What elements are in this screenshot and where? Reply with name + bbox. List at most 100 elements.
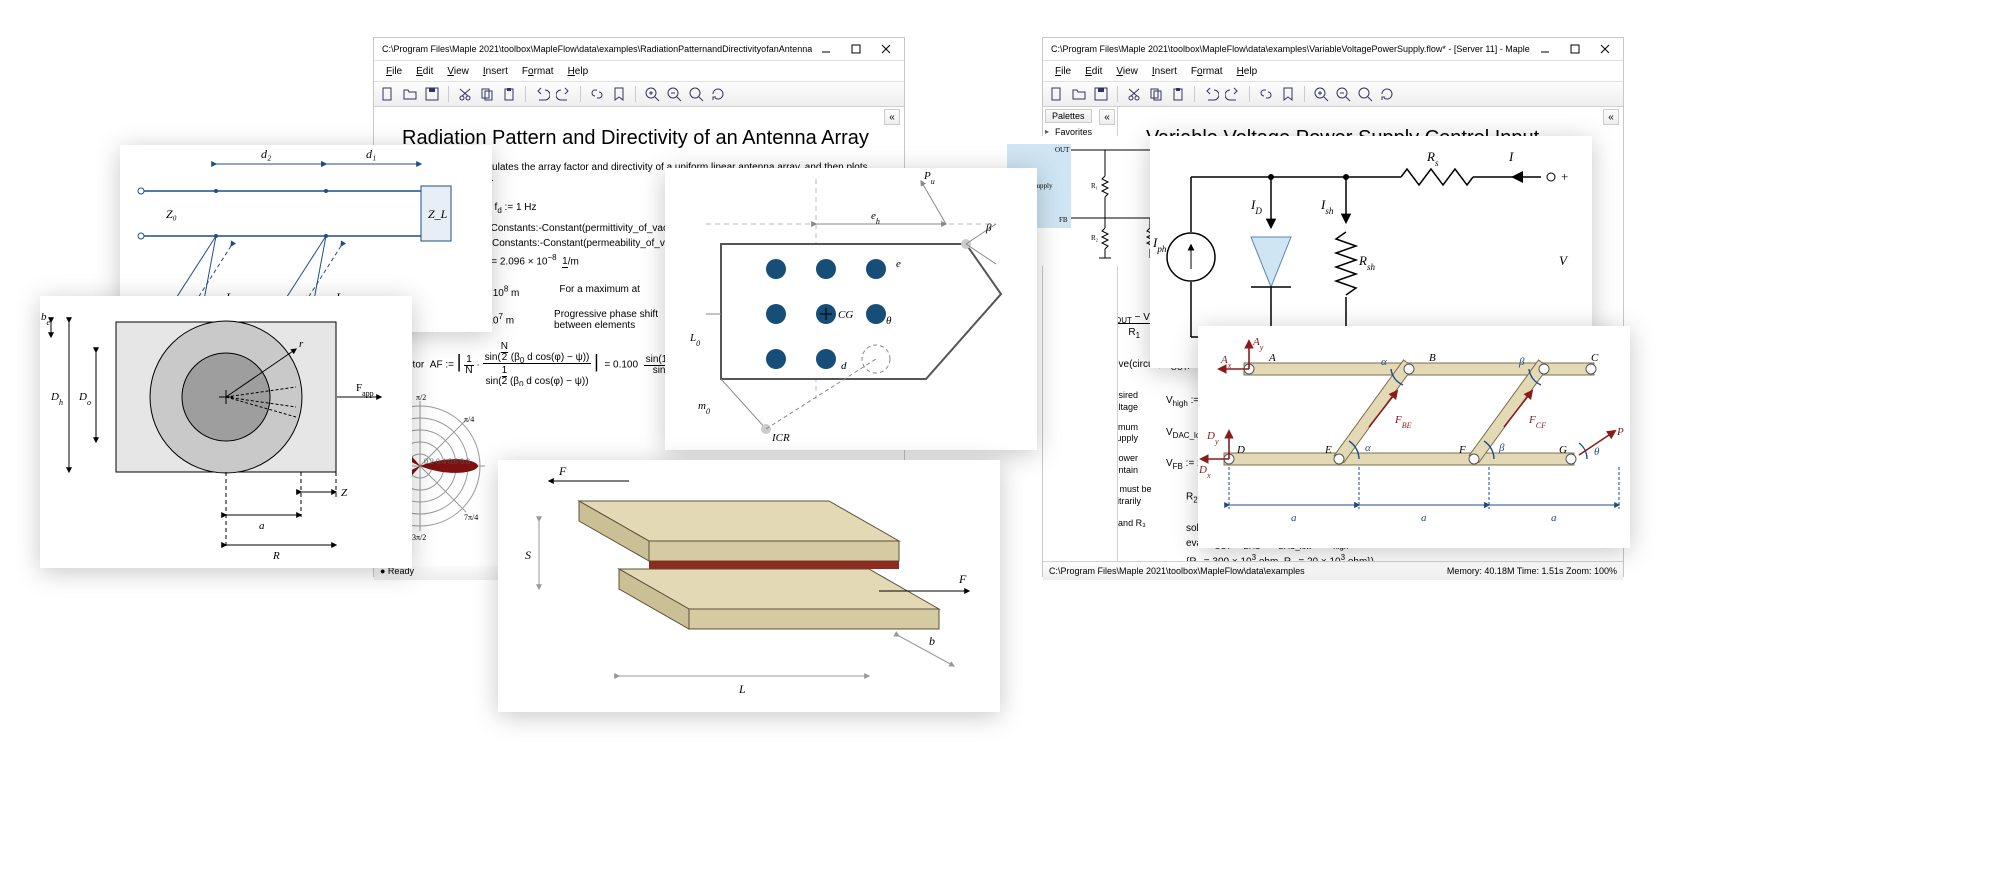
zoom-out-icon[interactable]	[666, 86, 682, 102]
pt-label: C	[1591, 352, 1599, 364]
svg-text:R₂: R₂	[1091, 234, 1099, 242]
pt-label: ICR	[771, 432, 790, 444]
menubar: File Edit View Insert Format Help	[374, 61, 904, 81]
maximize-button[interactable]	[842, 40, 870, 58]
save-icon[interactable]	[1093, 86, 1109, 102]
paste-icon[interactable]	[501, 86, 517, 102]
svg-text:π/4: π/4	[464, 415, 474, 424]
window-title: C:\Program Files\Maple 2021\toolbox\Mapl…	[382, 44, 812, 54]
zoom-reset-icon[interactable]	[1357, 86, 1373, 102]
copy-icon[interactable]	[479, 86, 495, 102]
menu-insert[interactable]: Insert	[1146, 64, 1183, 79]
dim-label: L	[738, 682, 746, 696]
zoom-reset-icon[interactable]	[688, 86, 704, 102]
new-doc-icon[interactable]	[1049, 86, 1065, 102]
redo-icon[interactable]	[1225, 86, 1241, 102]
bookmark-icon[interactable]	[611, 86, 627, 102]
menu-help[interactable]: Help	[1231, 64, 1264, 79]
bookmark-icon[interactable]	[1280, 86, 1296, 102]
impedance-label: Z₀	[166, 207, 177, 221]
zoom-out-icon[interactable]	[1335, 86, 1351, 102]
dim-label: S	[525, 548, 531, 562]
block-label: OUT	[1055, 146, 1070, 154]
dim-label: a	[259, 520, 265, 532]
menu-insert[interactable]: Insert	[477, 64, 514, 79]
menu-edit[interactable]: Edit	[410, 64, 439, 79]
menu-file[interactable]: File	[1049, 64, 1077, 79]
dim-label: a	[1551, 512, 1557, 524]
current-label: Ish	[1320, 197, 1334, 216]
current-label: ID	[1250, 197, 1262, 216]
current-label: I	[1508, 149, 1514, 164]
close-button[interactable]	[872, 40, 900, 58]
menu-format[interactable]: Format	[516, 64, 560, 79]
svg-text:7π/4: 7π/4	[464, 513, 478, 522]
open-doc-icon[interactable]	[1071, 86, 1087, 102]
collapse-chevron-icon[interactable]: «	[1099, 109, 1115, 125]
copy-icon[interactable]	[1148, 86, 1164, 102]
zoom-in-icon[interactable]	[1313, 86, 1329, 102]
new-doc-icon[interactable]	[380, 86, 396, 102]
palettes-tab[interactable]: Palettes	[1045, 109, 1092, 123]
link-icon[interactable]	[1258, 86, 1274, 102]
toolbar	[1043, 81, 1623, 107]
voltage-label: V	[1559, 253, 1569, 268]
dim-label: r	[299, 338, 304, 350]
menu-view[interactable]: View	[1110, 64, 1144, 79]
zoom-in-icon[interactable]	[644, 86, 660, 102]
pt-label: G	[1559, 444, 1567, 456]
pt-label: E	[1324, 444, 1332, 456]
cg-label: CG	[838, 309, 853, 321]
dim-label: b	[929, 634, 935, 648]
menu-edit[interactable]: Edit	[1079, 64, 1108, 79]
svg-text:π/2: π/2	[416, 393, 426, 402]
math-label: Progressive phase shift between elements	[554, 309, 674, 331]
svg-text:0.2 0.4 0.6 0.8: 0.2 0.4 0.6 0.8	[424, 457, 470, 466]
collapse-chevron-icon[interactable]: «	[1603, 109, 1619, 125]
diagram-shear-block: F F S b L	[498, 460, 1000, 712]
dim-label: Dh	[50, 391, 63, 407]
dim-label: a	[1291, 512, 1297, 524]
redo-icon[interactable]	[556, 86, 572, 102]
link-icon[interactable]	[589, 86, 605, 102]
collapse-chevron-icon[interactable]: «	[884, 109, 900, 125]
cut-icon[interactable]	[457, 86, 473, 102]
dim-label: L0	[689, 332, 700, 348]
pt-label: B	[1429, 352, 1436, 364]
math-line: fd := 1 Hz	[495, 202, 537, 215]
minimize-button[interactable]	[1531, 40, 1559, 58]
force-label: FCF	[1528, 414, 1546, 430]
pt-label: e	[896, 258, 901, 270]
refresh-icon[interactable]	[710, 86, 726, 102]
cut-icon[interactable]	[1126, 86, 1142, 102]
undo-icon[interactable]	[534, 86, 550, 102]
close-button[interactable]	[1591, 40, 1619, 58]
dim-label: Z	[341, 487, 348, 499]
force-label: P	[1616, 426, 1624, 438]
dim-label: R	[272, 550, 280, 562]
angle-label: θ	[886, 315, 892, 327]
mass-label: m0	[698, 400, 710, 416]
undo-icon[interactable]	[1203, 86, 1219, 102]
menu-help[interactable]: Help	[562, 64, 595, 79]
paste-icon[interactable]	[1170, 86, 1186, 102]
angle-label: α	[1381, 356, 1387, 368]
menu-view[interactable]: View	[441, 64, 475, 79]
open-doc-icon[interactable]	[402, 86, 418, 102]
menubar: File Edit View Insert Format Help	[1043, 61, 1623, 81]
refresh-icon[interactable]	[1379, 86, 1395, 102]
pt-label: F	[1458, 444, 1466, 456]
save-icon[interactable]	[424, 86, 440, 102]
window-title: C:\Program Files\Maple 2021\toolbox\Mapl…	[1051, 44, 1531, 54]
menu-format[interactable]: Format	[1185, 64, 1229, 79]
maximize-button[interactable]	[1561, 40, 1589, 58]
titlebar: C:\Program Files\Maple 2021\toolbox\Mapl…	[374, 38, 904, 61]
current-label: Iph	[1152, 235, 1167, 254]
menu-file[interactable]: File	[380, 64, 408, 79]
force-label: Dx	[1199, 464, 1211, 480]
force-label: Ay	[1252, 336, 1264, 352]
minimize-button[interactable]	[812, 40, 840, 58]
impedance-label: Z_L	[428, 207, 448, 221]
svg-text:3π/2: 3π/2	[412, 533, 426, 542]
terminal-plus: +	[1561, 169, 1568, 184]
